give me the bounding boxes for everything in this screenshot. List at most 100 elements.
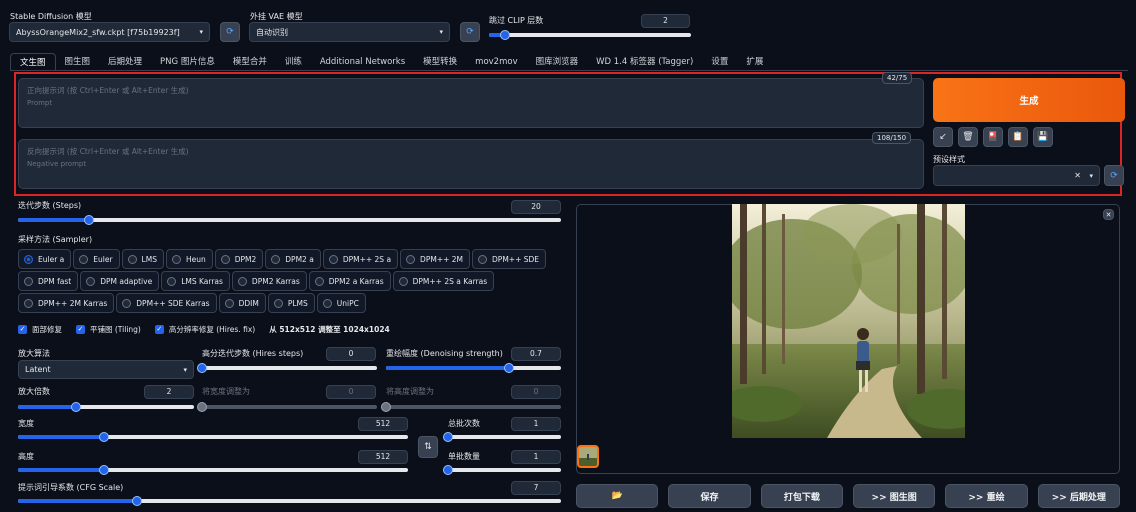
height-number[interactable]: 512 bbox=[358, 450, 408, 464]
tiling-checkbox[interactable]: ✓ 平铺图 (Tiling) bbox=[76, 324, 141, 335]
sampler-option[interactable]: PLMS bbox=[267, 293, 315, 313]
face-restore-checkbox[interactable]: ✓ 面部修复 bbox=[18, 324, 62, 335]
sampler-option[interactable]: Euler bbox=[73, 249, 120, 269]
slider-thumb[interactable] bbox=[83, 215, 94, 225]
sampler-option[interactable]: DPM++ 2M Karras bbox=[18, 293, 115, 313]
batch-size-slider[interactable] bbox=[443, 465, 561, 475]
prompt-textarea[interactable]: 正向提示词 (按 Ctrl+Enter 或 Alt+Enter 生成) Prom… bbox=[18, 78, 924, 128]
width-slider[interactable] bbox=[18, 432, 408, 442]
width-number[interactable]: 512 bbox=[358, 417, 408, 431]
slider-thumb[interactable] bbox=[197, 402, 207, 412]
sampler-option[interactable]: DPM++ 2S a Karras bbox=[392, 271, 495, 291]
resize-height-number[interactable]: 0 bbox=[511, 385, 561, 399]
slider-thumb[interactable] bbox=[500, 30, 511, 40]
tab-5[interactable]: 训练 bbox=[276, 53, 311, 71]
denoise-number[interactable]: 0.7 bbox=[511, 347, 561, 361]
upscaler-select[interactable]: Latent ▾ bbox=[18, 360, 194, 379]
sampler-option[interactable]: Euler a bbox=[18, 249, 72, 269]
generate-button[interactable]: 生成 bbox=[933, 78, 1125, 122]
sampler-option[interactable]: DPM adaptive bbox=[80, 271, 160, 291]
action-button-5[interactable]: >> 后期处理 bbox=[1037, 484, 1120, 508]
refresh-vae-button[interactable]: ⟳ bbox=[460, 22, 480, 42]
tab-0[interactable]: 文生图 bbox=[10, 53, 56, 71]
sampler-option[interactable]: DDIM bbox=[218, 293, 266, 313]
batch-count-slider[interactable] bbox=[443, 432, 561, 442]
gallery-thumbnail[interactable] bbox=[577, 445, 599, 468]
clip-skip-number[interactable]: 2 bbox=[641, 14, 690, 28]
sampler-option[interactable]: DPM fast bbox=[18, 271, 79, 291]
sampler-option[interactable]: DPM2 bbox=[214, 249, 264, 269]
sd-model-select[interactable]: AbyssOrangeMix2_sfw.ckpt [f75b19923f] ▾ bbox=[9, 22, 210, 42]
clear-icon[interactable]: ✕ bbox=[1074, 171, 1081, 180]
slider-thumb[interactable] bbox=[443, 432, 453, 442]
tab-7[interactable]: 模型转换 bbox=[414, 53, 466, 71]
sampler-option[interactable]: LMS bbox=[121, 249, 164, 269]
slider-thumb[interactable] bbox=[132, 496, 143, 506]
tab-2[interactable]: 后期处理 bbox=[99, 53, 151, 71]
tab-11[interactable]: 设置 bbox=[702, 53, 737, 71]
sampler-option[interactable]: DPM++ 2S a bbox=[322, 249, 399, 269]
generated-image[interactable] bbox=[732, 204, 965, 438]
upscale-by-slider[interactable] bbox=[18, 402, 194, 412]
slider-thumb[interactable] bbox=[197, 363, 207, 373]
read-params-button[interactable]: ↙ bbox=[933, 127, 953, 147]
resize-height-slider[interactable] bbox=[381, 402, 561, 412]
sampler-option[interactable]: DPM++ SDE Karras bbox=[116, 293, 217, 313]
vae-select[interactable]: 自动识别 ▾ bbox=[249, 22, 450, 42]
save-style-button[interactable]: 💾 bbox=[1033, 127, 1053, 147]
negative-prompt-textarea[interactable]: 反向提示词 (按 Ctrl+Enter 或 Alt+Enter 生成) Nega… bbox=[18, 139, 924, 189]
action-button-1[interactable]: 保存 bbox=[668, 484, 751, 508]
denoise-slider[interactable] bbox=[386, 363, 561, 373]
sampler-option[interactable]: DPM2 a bbox=[265, 249, 321, 269]
tab-9[interactable]: 图库浏览器 bbox=[527, 53, 588, 71]
height-slider[interactable] bbox=[18, 465, 408, 475]
sampler-option[interactable]: DPM2 a Karras bbox=[308, 271, 391, 291]
action-button-4[interactable]: >> 重绘 bbox=[945, 484, 1028, 508]
sampler-option[interactable]: DPM++ 2M bbox=[400, 249, 471, 269]
extra-networks-button[interactable]: 🎴 bbox=[983, 127, 1003, 147]
slider-thumb[interactable] bbox=[98, 432, 109, 442]
sampler-option[interactable]: DPM++ SDE bbox=[472, 249, 547, 269]
hires-steps-number[interactable]: 0 bbox=[326, 347, 376, 361]
refresh-styles-button[interactable]: ⟳ bbox=[1104, 165, 1124, 186]
tab-4[interactable]: 模型合并 bbox=[224, 53, 276, 71]
batch-count-number[interactable]: 1 bbox=[511, 417, 561, 431]
sampler-option-label: LMS Karras bbox=[181, 276, 223, 286]
apply-style-button[interactable]: 📋 bbox=[1008, 127, 1028, 147]
swap-dimensions-button[interactable]: ⇅ bbox=[418, 436, 438, 458]
tab-12[interactable]: 扩展 bbox=[737, 53, 772, 71]
batch-size-number[interactable]: 1 bbox=[511, 450, 561, 464]
tab-3[interactable]: PNG 图片信息 bbox=[151, 53, 224, 71]
styles-select[interactable]: ✕ ▾ bbox=[933, 165, 1100, 186]
sampler-option[interactable]: Heun bbox=[165, 249, 213, 269]
tab-1[interactable]: 图生图 bbox=[56, 53, 100, 71]
resize-width-number[interactable]: 0 bbox=[326, 385, 376, 399]
steps-number[interactable]: 20 bbox=[511, 200, 561, 214]
action-button-3[interactable]: >> 图生图 bbox=[852, 484, 936, 508]
steps-slider[interactable] bbox=[18, 215, 561, 225]
slider-thumb[interactable] bbox=[443, 465, 453, 475]
resize-width-slider[interactable] bbox=[197, 402, 377, 412]
tab-8[interactable]: mov2mov bbox=[466, 53, 526, 71]
clear-prompt-button[interactable]: 🗑 bbox=[958, 127, 978, 147]
slider-thumb[interactable] bbox=[381, 402, 391, 412]
sampler-option[interactable]: UniPC bbox=[316, 293, 366, 313]
slider-thumb[interactable] bbox=[98, 465, 109, 475]
hires-fix-checkbox[interactable]: ✓ 高分辨率修复 (Hires. fix) bbox=[154, 324, 255, 335]
tool-buttons: ↙ 🗑 🎴 📋 💾 bbox=[933, 127, 1053, 147]
action-button-0[interactable]: 📂 bbox=[576, 484, 659, 508]
cfg-number[interactable]: 7 bbox=[511, 481, 561, 495]
tab-6[interactable]: Additional Networks bbox=[311, 53, 414, 71]
slider-thumb[interactable] bbox=[71, 402, 82, 412]
sampler-option[interactable]: LMS Karras bbox=[161, 271, 230, 291]
refresh-models-button[interactable]: ⟳ bbox=[220, 22, 240, 42]
clip-skip-slider[interactable] bbox=[489, 30, 691, 40]
tab-10[interactable]: WD 1.4 标签器 (Tagger) bbox=[587, 53, 702, 71]
sampler-option[interactable]: DPM2 Karras bbox=[231, 271, 307, 291]
upscale-by-number[interactable]: 2 bbox=[144, 385, 194, 399]
close-preview-button[interactable]: ✕ bbox=[1103, 209, 1114, 220]
slider-thumb[interactable] bbox=[503, 363, 514, 373]
hires-steps-slider[interactable] bbox=[197, 363, 377, 373]
cfg-slider[interactable] bbox=[18, 496, 561, 506]
action-button-2[interactable]: 打包下载 bbox=[760, 484, 843, 508]
